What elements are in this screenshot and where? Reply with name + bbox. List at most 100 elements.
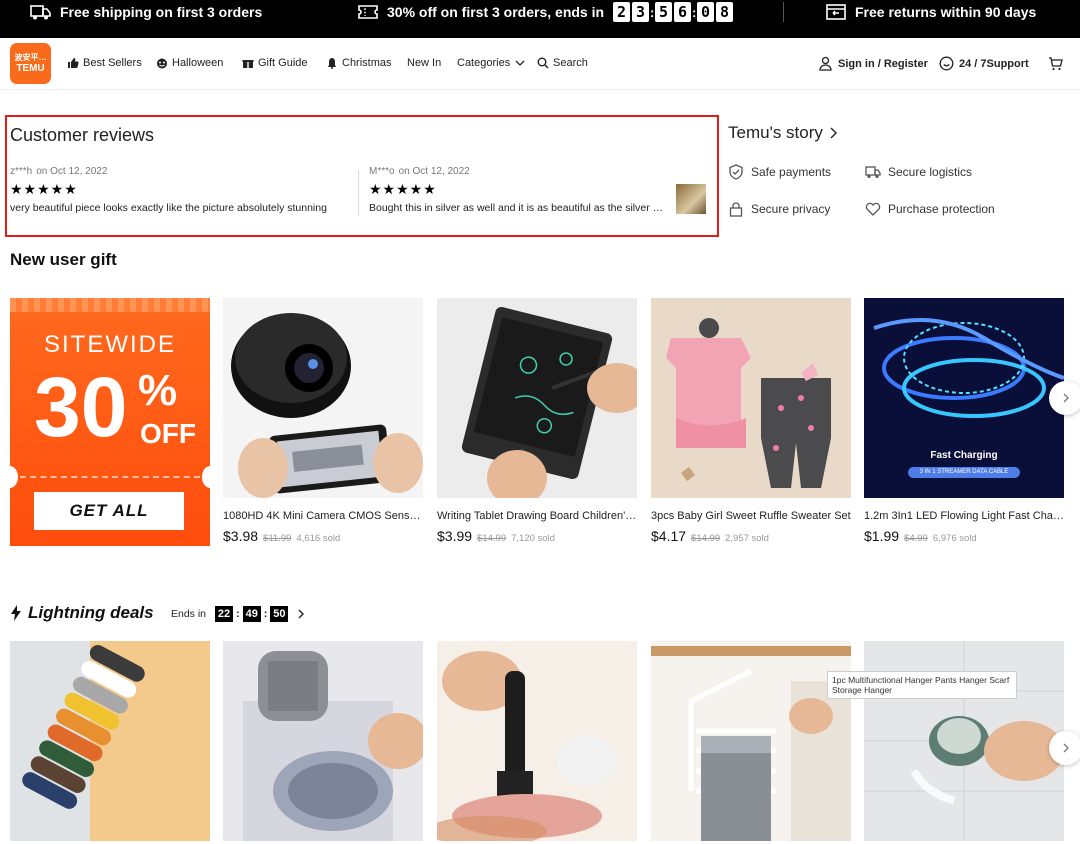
nav-search[interactable]: Search	[537, 57, 588, 69]
divider	[358, 170, 359, 216]
countdown-digit: 6	[674, 2, 692, 22]
returns-text: Free returns within 90 days	[855, 4, 1037, 20]
product-card[interactable]: 3pcs Baby Girl Sweet Ruffle Sweater Set …	[651, 298, 851, 544]
pants-hanger-illustration	[651, 641, 851, 841]
pumpkin-icon	[157, 58, 167, 69]
ends-in-label: Ends in	[171, 608, 207, 620]
temu-logo[interactable]: 波安平… TEMU	[10, 43, 51, 84]
get-all-button[interactable]: GET ALL	[34, 492, 184, 530]
main-nav: 波安平… TEMU Best Sellers Halloween Gift Gu…	[0, 38, 1080, 90]
carousel-next-button[interactable]	[1049, 381, 1080, 415]
price-row: $3.99 $14.99 7,120 sold	[437, 528, 637, 544]
countdown-digit: 3	[632, 2, 650, 22]
support-smile-icon	[939, 56, 954, 71]
cart-icon	[1049, 57, 1063, 71]
chevron-right-icon	[1063, 393, 1069, 403]
secure-logistics-item[interactable]: Secure logistics	[865, 164, 972, 180]
review-date: on Oct 12, 2022	[36, 166, 108, 177]
story-item-label: Secure logistics	[888, 165, 973, 179]
temu-story-link[interactable]: Temu's story	[728, 123, 839, 143]
product-price: $4.17	[651, 528, 687, 544]
sold-count: 2,957 sold	[725, 533, 769, 544]
product-card[interactable]: Fast Charging 3 IN 1 STREAMER DATA CABLE…	[864, 298, 1064, 544]
promo-stripe	[10, 298, 210, 312]
ticket-notch	[202, 466, 210, 488]
chevron-right-icon	[298, 609, 305, 619]
review-photo-thumbnail[interactable]	[676, 184, 706, 214]
baby-outfit-illustration	[651, 298, 851, 498]
deal-product-image[interactable]	[651, 641, 851, 841]
christmas-bell-icon	[328, 58, 336, 69]
product-image[interactable]	[651, 298, 851, 498]
review-text: very beautiful piece looks exactly like …	[10, 202, 327, 214]
sold-count: 7,120 sold	[511, 533, 555, 544]
writing-tablet-illustration	[437, 298, 637, 498]
sign-in-link[interactable]: Sign in / Register	[818, 56, 928, 71]
sign-in-label: Sign in / Register	[838, 57, 928, 70]
nav-christmas[interactable]: Christmas	[326, 57, 392, 69]
drain-cover-illustration	[223, 641, 423, 841]
product-card[interactable]: Writing Tablet Drawing Board Children's …	[437, 298, 637, 544]
star-rating: ★★★★★	[10, 181, 78, 197]
truck-icon	[865, 166, 881, 178]
product-price: $3.98	[223, 528, 259, 544]
truck-icon	[30, 3, 52, 21]
nav-new-in[interactable]: New In	[407, 57, 441, 69]
cart-button[interactable]	[1048, 56, 1063, 71]
promo-percent: 30	[34, 360, 128, 454]
original-price: $14.99	[691, 533, 721, 544]
review-item[interactable]: z***h on Oct 12, 2022 ★★★★★ very beautifu…	[10, 166, 345, 214]
deal-product-image[interactable]	[10, 641, 210, 841]
carousel-next-button[interactable]	[1049, 731, 1080, 765]
discount-text: 30% off on first 3 orders, ends in	[387, 4, 605, 20]
support-link[interactable]: 24 / 7Support	[939, 56, 1029, 71]
mini-camera-illustration	[223, 298, 423, 498]
product-image[interactable]: Fast Charging 3 IN 1 STREAMER DATA CABLE	[864, 298, 1064, 498]
cable-caption: Fast Charging	[930, 450, 998, 461]
heart-protection-icon	[865, 202, 881, 216]
story-item-label: Secure privacy	[751, 202, 831, 216]
product-image[interactable]	[437, 298, 637, 498]
coupon-icon	[357, 3, 379, 21]
review-item[interactable]: M***o on Oct 12, 2022 ★★★★★ Bought this i…	[369, 166, 666, 214]
lock-icon	[729, 202, 743, 217]
review-user: M***o	[369, 166, 395, 177]
socks-illustration	[10, 641, 210, 841]
deals-countdown[interactable]: Ends in 22 : 49 : 50	[171, 606, 307, 622]
product-title: 1080HD 4K Mini Camera CMOS Sensor Night …	[223, 510, 423, 522]
shipping-text: Free shipping on first 3 orders	[60, 4, 263, 20]
logo-text: TEMU	[16, 63, 45, 74]
sitewide-promo-banner[interactable]: SITEWIDE 30 % OFF GET ALL	[10, 298, 210, 546]
safe-payments-item[interactable]: Safe payments	[728, 164, 831, 180]
countdown-digit: 8	[716, 2, 734, 22]
product-image[interactable]	[223, 298, 423, 498]
secure-privacy-item[interactable]: Secure privacy	[728, 201, 830, 217]
promo-sitewide-text: SITEWIDE	[43, 331, 176, 358]
sold-count: 4,616 sold	[296, 533, 341, 544]
promo-percent-sign: %	[138, 366, 178, 415]
chevron-right-icon	[1063, 743, 1069, 753]
promo-banner: Free shipping on first 3 orders 30% off …	[0, 0, 1080, 38]
nav-categories[interactable]: Categories	[457, 57, 526, 69]
product-card[interactable]: 1080HD 4K Mini Camera CMOS Sensor Night …	[223, 298, 423, 544]
nav-halloween[interactable]: Halloween	[156, 57, 223, 69]
nav-best-sellers[interactable]: Best Sellers	[67, 57, 142, 69]
countdown-digit: 0	[697, 2, 715, 22]
review-date: on Oct 12, 2022	[398, 166, 470, 177]
timer-hours: 22	[215, 606, 234, 622]
chevron-down-icon	[515, 60, 525, 66]
nav-link-label: Search	[553, 57, 588, 69]
nav-link-label: New In	[407, 57, 442, 69]
nav-gift-guide[interactable]: Gift Guide	[242, 57, 308, 69]
original-price: $11.99	[263, 533, 292, 544]
timer-minutes: 49	[242, 606, 261, 622]
countdown-timer: 23:56:08	[612, 2, 734, 22]
user-icon	[819, 56, 832, 71]
product-tooltip: 1pc Multifunctional Hanger Pants Hanger …	[827, 671, 1017, 699]
deal-product-image[interactable]	[223, 641, 423, 841]
product-price: $1.99	[864, 528, 900, 544]
meat-tenderizer-illustration	[437, 641, 637, 841]
star-rating: ★★★★★	[369, 181, 437, 197]
purchase-protection-item[interactable]: Purchase protection	[865, 201, 995, 217]
deal-product-image[interactable]	[437, 641, 637, 841]
